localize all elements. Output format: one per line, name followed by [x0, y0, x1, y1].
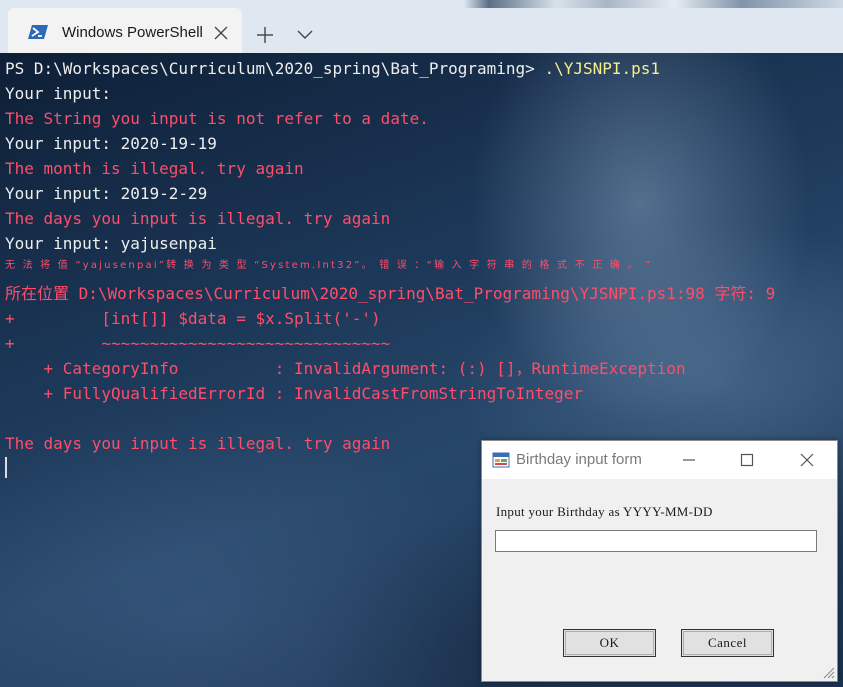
- minimize-icon[interactable]: [682, 453, 696, 467]
- output-line: Your input:: [5, 84, 111, 103]
- title-bar: Windows PowerShell: [0, 0, 843, 53]
- error-code-line: + [int[]] $data = $x.Split('-'): [5, 309, 381, 328]
- birthday-input[interactable]: [495, 530, 817, 552]
- error-id-line: + FullyQualifiedErrorId : InvalidCastFro…: [5, 384, 583, 403]
- dialog-title-bar[interactable]: Birthday input form: [482, 441, 837, 479]
- output-line: Your input: yajusenpai: [5, 234, 217, 253]
- command-text: .\YJSNPI.ps1: [544, 59, 661, 78]
- prompt-line: PS D:\Workspaces\Curriculum\2020_spring\…: [5, 56, 660, 81]
- error-line: The month is illegal. try again: [5, 159, 304, 178]
- birthday-dialog: Birthday input form Input your Birthday …: [481, 440, 838, 682]
- tab-title: Windows PowerShell: [62, 24, 203, 41]
- error-category-line: + CategoryInfo : InvalidArgument: (:) []…: [5, 359, 686, 378]
- error-line: 无 法 将 值 “yajusenpai”转 换 为 类 型 “System.In…: [5, 260, 653, 271]
- close-icon[interactable]: [800, 453, 814, 467]
- chevron-down-icon[interactable]: [297, 28, 313, 40]
- dialog-title: Birthday input form: [516, 451, 642, 468]
- output-line: Your input: 2019-2-29: [5, 184, 208, 203]
- maximize-icon[interactable]: [740, 453, 754, 467]
- form-icon: [492, 452, 510, 468]
- error-underline-line: + ~~~~~~~~~~~~~~~~~~~~~~~~~~~~~~: [5, 334, 391, 353]
- tab-powershell[interactable]: Windows PowerShell: [8, 8, 242, 53]
- birthday-prompt-label: Input your Birthday as YYYY-MM-DD: [496, 504, 713, 519]
- text-cursor: [5, 457, 7, 478]
- error-line: The days you input is illegal. try again: [5, 209, 391, 228]
- desktop-wallpaper-strip: [0, 0, 843, 8]
- close-icon[interactable]: [214, 26, 228, 40]
- resize-grip-icon[interactable]: [821, 665, 835, 679]
- output-line: Your input: 2020-19-19: [5, 134, 217, 153]
- powershell-icon: [28, 25, 48, 39]
- error-line: The String you input is not refer to a d…: [5, 109, 429, 128]
- error-line: The days you input is illegal. try again: [5, 434, 391, 453]
- plus-icon[interactable]: [256, 26, 274, 44]
- prompt-text: PS D:\Workspaces\Curriculum\2020_spring\…: [5, 59, 535, 78]
- cancel-button[interactable]: Cancel: [681, 629, 774, 657]
- ok-button[interactable]: OK: [563, 629, 656, 657]
- error-location-line: 所在位置 D:\Workspaces\Curriculum\2020_sprin…: [5, 284, 776, 303]
